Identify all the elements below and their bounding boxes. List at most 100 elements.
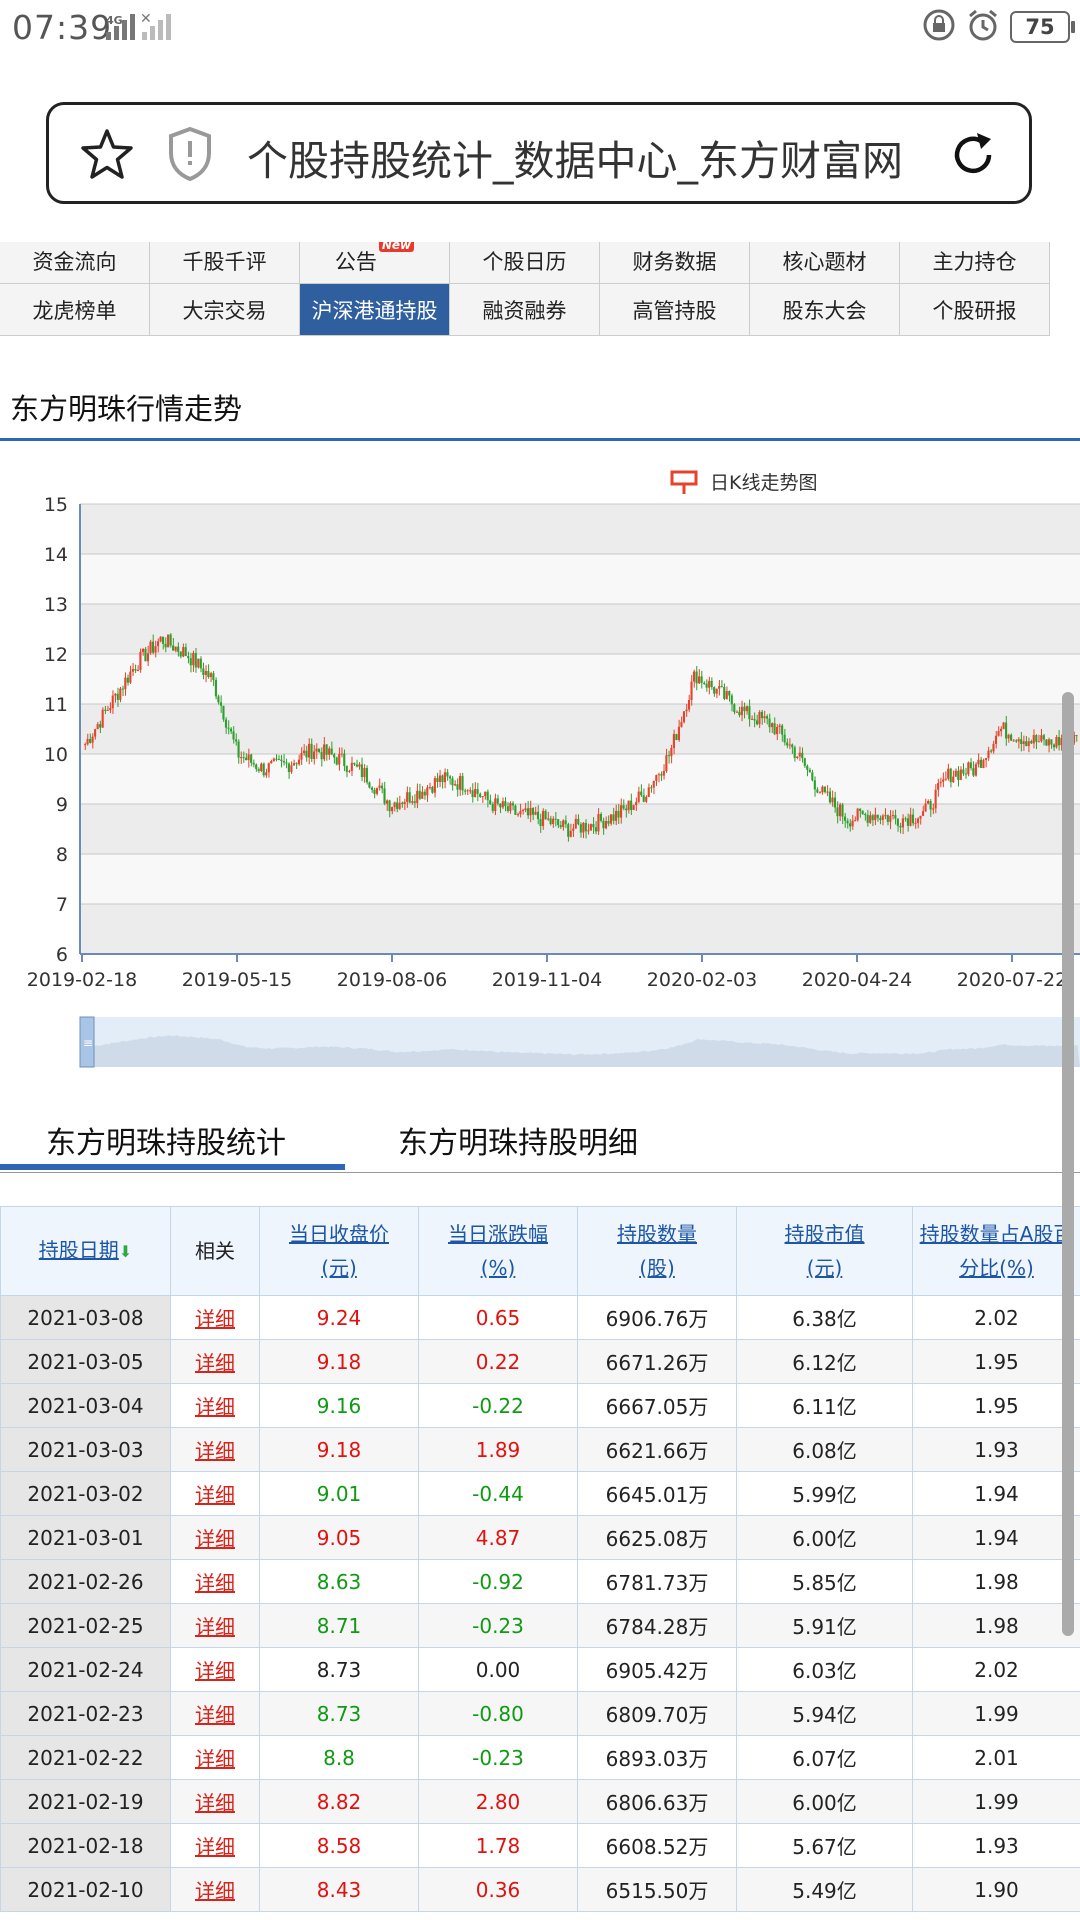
nav-label: 股东大会 bbox=[782, 298, 867, 323]
candle bbox=[813, 780, 816, 790]
cell-detail-link[interactable]: 详细 bbox=[170, 1691, 260, 1736]
candle bbox=[949, 768, 952, 783]
svg-text:✕: ✕ bbox=[140, 11, 152, 27]
candle bbox=[154, 646, 157, 653]
header-holding-value[interactable]: 持股市值 (元) bbox=[736, 1206, 913, 1296]
url-bar[interactable]: 个股持股统计_数据中心_东方财富网 bbox=[46, 102, 1032, 204]
nav-item-core-theme[interactable]: 核心题材 bbox=[750, 242, 900, 284]
candle bbox=[614, 810, 618, 821]
cell-detail-link[interactable]: 详细 bbox=[170, 1559, 260, 1604]
header-close-price[interactable]: 当日收盘价 (元) bbox=[259, 1206, 419, 1296]
page-title-url[interactable]: 个股持股统计_数据中心_东方财富网 bbox=[247, 127, 903, 187]
candle bbox=[765, 716, 769, 719]
candle bbox=[272, 758, 275, 762]
nav-row-2: 龙虎榜单 大宗交易 沪深港通持股 融资融券 高管持股 股东大会 个股研报 bbox=[0, 284, 1080, 336]
cell-detail-link[interactable]: 详细 bbox=[170, 1383, 260, 1428]
candle bbox=[612, 814, 615, 821]
candle bbox=[1025, 741, 1028, 747]
candle bbox=[411, 801, 414, 803]
nav-item-shareholder-meeting[interactable]: 股东大会 bbox=[750, 284, 900, 336]
candle bbox=[942, 779, 945, 782]
page-scrollbar[interactable] bbox=[1062, 692, 1074, 1636]
tab-holding-details[interactable]: 东方明珠持股明细 bbox=[398, 1118, 638, 1162]
bookmark-star-icon[interactable] bbox=[79, 127, 135, 187]
candle bbox=[901, 818, 904, 828]
candle bbox=[91, 736, 94, 743]
cell-detail-link[interactable]: 详细 bbox=[170, 1295, 260, 1340]
cell-holding-ratio: 1.95 bbox=[912, 1339, 1080, 1384]
cell-detail-link[interactable]: 详细 bbox=[170, 1471, 260, 1516]
nav-item-stock-review[interactable]: 千股千评 bbox=[150, 242, 300, 284]
cell-detail-link[interactable]: 详细 bbox=[170, 1339, 260, 1384]
header-holding-date[interactable]: 持股日期⬇ bbox=[0, 1206, 171, 1296]
y-tick-label: 6 bbox=[56, 944, 68, 966]
nav-label: 核心题材 bbox=[782, 250, 867, 274]
header-holding-ratio[interactable]: 持股数量占A股百 分比(%) bbox=[912, 1206, 1080, 1296]
nav-item-executive-holdings[interactable]: 高管持股 bbox=[600, 284, 750, 336]
candle bbox=[451, 778, 454, 786]
candle bbox=[479, 793, 482, 797]
candle bbox=[607, 821, 610, 824]
candle bbox=[476, 789, 479, 794]
candle bbox=[481, 796, 484, 798]
cell-detail-link[interactable]: 详细 bbox=[170, 1735, 260, 1780]
range-navigator[interactable]: ≡ bbox=[79, 1016, 1080, 1068]
nav-item-hk-connect-holdings[interactable]: 沪深港通持股 bbox=[300, 284, 450, 336]
header-change-pct[interactable]: 当日涨跌幅 (%) bbox=[418, 1206, 578, 1296]
candle bbox=[179, 651, 182, 657]
cell-change-pct: 1.78 bbox=[418, 1823, 578, 1868]
candle bbox=[469, 790, 472, 792]
cell-detail-link[interactable]: 详细 bbox=[170, 1603, 260, 1648]
candle bbox=[519, 811, 522, 815]
nav-item-announcement[interactable]: 公告 New bbox=[300, 242, 450, 284]
nav-item-fund-flow[interactable]: 资金流向 bbox=[0, 242, 150, 284]
cell-detail-link[interactable]: 详细 bbox=[170, 1515, 260, 1560]
candle bbox=[597, 814, 600, 832]
lock-rotation-icon bbox=[922, 8, 956, 46]
table-row: 2021-03-03 详细 9.18 1.89 6621.66万 6.08亿 1.93 bbox=[0, 1427, 1080, 1472]
nav-item-stock-calendar[interactable]: 个股日历 bbox=[450, 242, 600, 284]
cell-detail-link[interactable]: 详细 bbox=[170, 1647, 260, 1692]
candle bbox=[1005, 722, 1008, 739]
security-shield-icon[interactable] bbox=[167, 125, 213, 187]
candle bbox=[217, 696, 220, 703]
cell-holding-qty: 6625.08万 bbox=[577, 1515, 737, 1560]
table-row: 2021-02-22 详细 8.8 -0.23 6893.03万 6.07亿 2.01 bbox=[0, 1735, 1080, 1780]
sort-arrow-icon[interactable]: ⬇ bbox=[119, 1242, 132, 1261]
cell-close-price: 8.63 bbox=[259, 1559, 419, 1604]
candle bbox=[652, 780, 655, 788]
nav-item-financial-data[interactable]: 财务数据 bbox=[600, 242, 750, 284]
nav-item-margin-trading[interactable]: 融资融券 bbox=[450, 284, 600, 336]
cell-holding-ratio: 1.99 bbox=[912, 1691, 1080, 1736]
x-tick-label: 2020-02-03 bbox=[647, 969, 757, 991]
y-tick-label: 7 bbox=[56, 894, 68, 916]
reload-icon[interactable] bbox=[945, 127, 1001, 187]
nav-item-dragon-tiger[interactable]: 龙虎榜单 bbox=[0, 284, 150, 336]
cell-detail-link[interactable]: 详细 bbox=[170, 1427, 260, 1472]
cell-detail-link[interactable]: 详细 bbox=[170, 1867, 260, 1912]
candle bbox=[373, 789, 376, 794]
cell-detail-link[interactable]: 详细 bbox=[170, 1823, 260, 1868]
chart-legend[interactable]: 日K线走势图 bbox=[670, 470, 817, 494]
candle bbox=[315, 748, 318, 752]
y-tick-label: 8 bbox=[56, 844, 68, 866]
cell-date: 2021-03-08 bbox=[0, 1295, 171, 1340]
candle bbox=[421, 791, 424, 799]
candle bbox=[156, 641, 160, 647]
candle bbox=[516, 814, 519, 816]
candle bbox=[1010, 734, 1013, 741]
nav-item-block-trade[interactable]: 大宗交易 bbox=[150, 284, 300, 336]
kline-chart[interactable]: 日K线走势图 1514131211109876 2019-02-18 2019-0… bbox=[0, 452, 1080, 1082]
nav-item-main-holdings[interactable]: 主力持仓 bbox=[900, 242, 1050, 284]
candle bbox=[418, 790, 421, 799]
header-holding-qty[interactable]: 持股数量 (股) bbox=[577, 1206, 737, 1296]
cell-detail-link[interactable]: 详细 bbox=[170, 1779, 260, 1824]
tab-holding-statistics[interactable]: 东方明珠持股统计 bbox=[46, 1118, 286, 1162]
header-unit: (元) bbox=[321, 1256, 357, 1280]
cell-holding-qty: 6893.03万 bbox=[577, 1735, 737, 1780]
cell-close-price: 8.82 bbox=[259, 1779, 419, 1824]
candle bbox=[370, 787, 373, 790]
cell-holding-value: 6.07亿 bbox=[736, 1735, 913, 1780]
candle bbox=[257, 769, 260, 772]
nav-item-research-report[interactable]: 个股研报 bbox=[900, 284, 1050, 336]
